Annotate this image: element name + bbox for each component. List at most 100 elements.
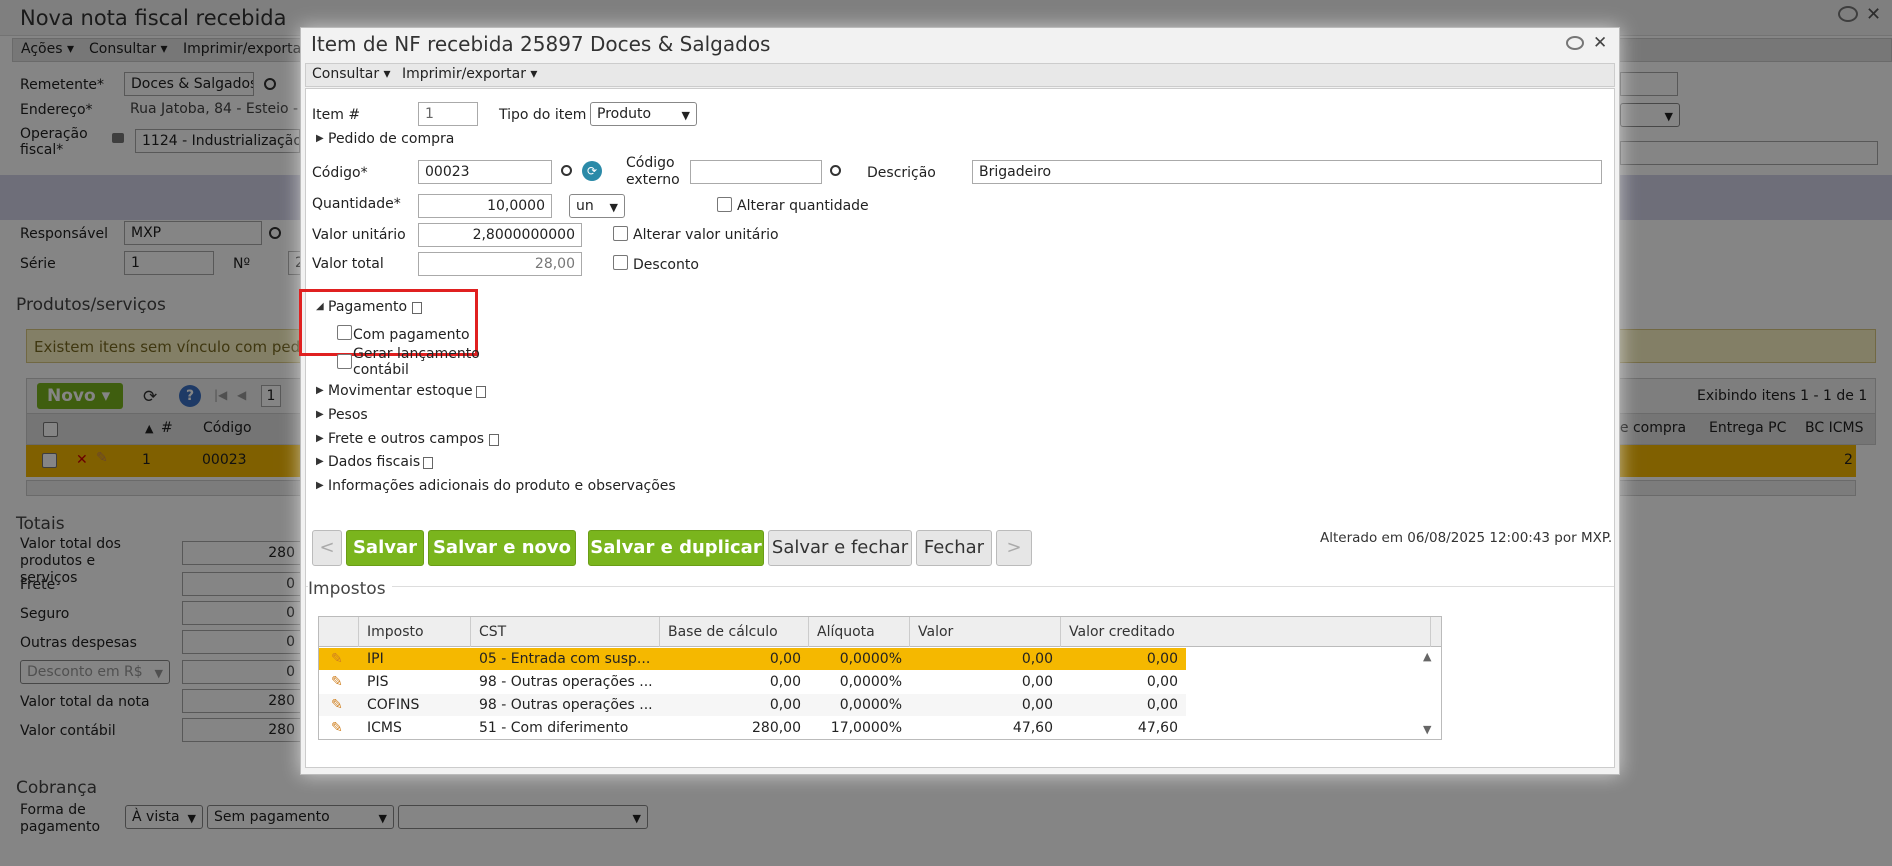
cell-valor: 0,00: [1021, 651, 1053, 667]
valor-total-label: Valor total: [312, 256, 384, 272]
dados-fiscais-doc-icon: [423, 457, 433, 469]
movimentar-expand-icon[interactable]: ▶: [316, 385, 324, 396]
cell-valor: 0,00: [1021, 697, 1053, 713]
alterar-valor-label: Alterar valor unitário: [633, 227, 779, 243]
valor-unitario-input[interactable]: 2,8000000000: [418, 223, 582, 247]
cell-cst: 05 - Entrada com susp...: [479, 651, 651, 667]
modal-close-icon[interactable]: ✕: [1593, 33, 1607, 53]
fechar-button[interactable]: Fechar: [916, 530, 992, 566]
cell-imposto: IPI: [367, 651, 384, 667]
impostos-scroll-up-icon[interactable]: ▲: [1423, 650, 1431, 663]
dados-fiscais-expand-icon[interactable]: ▶: [316, 456, 324, 467]
pagamento-collapse-icon[interactable]: ◢: [316, 301, 324, 312]
cell-imposto: COFINS: [367, 697, 420, 713]
alterar-quantidade-label: Alterar quantidade: [737, 198, 869, 214]
edit-pencil-icon[interactable]: ✎: [323, 648, 351, 670]
dados-fiscais-toggle[interactable]: Dados fiscais: [328, 454, 420, 470]
valor-unitario-label: Valor unitário: [312, 227, 406, 243]
tipo-item-label: Tipo do item: [499, 107, 587, 123]
alterar-valor-checkbox[interactable]: [613, 226, 628, 241]
com-pagamento-label: Com pagamento: [353, 327, 470, 343]
pesos-expand-icon[interactable]: ▶: [316, 409, 324, 420]
impostos-row[interactable]: ✎ COFINS 98 - Outras operações ... 0,00 0,00…: [319, 694, 1186, 716]
gerar-lancamento-checkbox[interactable]: [337, 354, 352, 369]
desconto-label: Desconto: [633, 257, 699, 273]
codigo-input[interactable]: 00023: [418, 160, 552, 184]
codigo-label: Código*: [312, 165, 368, 181]
cell-cst: 98 - Outras operações ...: [479, 697, 653, 713]
modal-menu-consultar[interactable]: Consultar ▾: [312, 66, 391, 82]
cell-imposto: PIS: [367, 674, 389, 690]
col-valor-creditado[interactable]: Valor creditado: [1061, 617, 1431, 647]
descricao-input[interactable]: Brigadeiro: [972, 160, 1602, 184]
impostos-title: Impostos: [308, 579, 392, 599]
quantidade-label: Quantidade*: [312, 196, 401, 212]
unidade-select[interactable]: un ▼: [569, 194, 625, 218]
info-adicionais-expand-icon[interactable]: ▶: [316, 480, 324, 491]
col-imposto[interactable]: Imposto: [359, 617, 471, 647]
item-input[interactable]: 1: [418, 102, 478, 126]
col-cst[interactable]: CST: [471, 617, 660, 647]
codigo-externo-label: Código externo: [626, 155, 680, 188]
movimentar-doc-icon: [476, 386, 486, 398]
modal-titlebar: Item de NF recebida 25897 Doces & Salgad…: [301, 28, 1619, 60]
cell-creditado: 0,00: [1146, 674, 1178, 690]
cell-base: 280,00: [752, 720, 801, 736]
impostos-row[interactable]: ✎ IPI 05 - Entrada com susp... 0,00 0,0000% 0…: [319, 648, 1186, 670]
pagamento-toggle[interactable]: Pagamento: [328, 299, 407, 315]
salvar-novo-button[interactable]: Salvar e novo: [428, 530, 576, 566]
impostos-row[interactable]: ✎ ICMS 51 - Com diferimento 280,00 17,0000% 4…: [319, 717, 1186, 739]
modal-menu-imprimir[interactable]: Imprimir/exportar ▾: [402, 66, 537, 82]
cell-creditado: 47,60: [1137, 720, 1178, 736]
impostos-row[interactable]: ✎ PIS 98 - Outras operações ... 0,00 0,0000%…: [319, 671, 1186, 693]
pesos-toggle[interactable]: Pesos: [328, 407, 368, 423]
prev-button[interactable]: <: [312, 530, 342, 566]
cell-valor: 0,00: [1021, 674, 1053, 690]
pagamento-doc-icon: [412, 302, 422, 314]
edit-pencil-icon[interactable]: ✎: [323, 671, 351, 693]
cell-base: 0,00: [769, 651, 801, 667]
frete-doc-icon: [489, 434, 499, 446]
cell-creditado: 0,00: [1146, 651, 1178, 667]
impostos-rows: ✎ IPI 05 - Entrada com susp... 0,00 0,0000% 0…: [319, 648, 1419, 740]
salvar-duplicar-button[interactable]: Salvar e duplicar: [588, 530, 764, 566]
frete-outros-toggle[interactable]: Frete e outros campos: [328, 431, 484, 447]
col-spacer: [319, 617, 359, 647]
pedido-expand-icon[interactable]: ▶: [316, 133, 324, 144]
tipo-item-select[interactable]: Produto ▼: [590, 102, 697, 126]
codigo-externo-search-icon[interactable]: [830, 165, 841, 176]
modal-chat-icon[interactable]: [1566, 36, 1584, 50]
valor-total-input: 28,00: [418, 252, 582, 276]
pedido-compra-toggle[interactable]: Pedido de compra: [328, 131, 454, 147]
salvar-button[interactable]: Salvar: [346, 530, 424, 566]
codigo-search-icon[interactable]: [561, 165, 572, 176]
salvar-fechar-button[interactable]: Salvar e fechar: [768, 530, 912, 566]
cell-valor: 47,60: [1012, 720, 1053, 736]
movimentar-estoque-toggle[interactable]: Movimentar estoque: [328, 383, 473, 399]
edit-pencil-icon[interactable]: ✎: [323, 694, 351, 716]
col-base-calculo[interactable]: Base de cálculo: [660, 617, 809, 647]
cell-aliquota: 0,0000%: [839, 697, 902, 713]
info-adicionais-toggle[interactable]: Informações adicionais do produto e obse…: [328, 478, 676, 494]
modal-menubar: Consultar ▾ Imprimir/exportar ▾: [305, 63, 1615, 87]
edit-pencil-icon[interactable]: ✎: [323, 717, 351, 739]
next-button[interactable]: >: [996, 530, 1032, 566]
com-pagamento-checkbox[interactable]: [337, 325, 352, 340]
col-aliquota[interactable]: Alíquota: [809, 617, 910, 647]
impostos-scroll-down-icon[interactable]: ▼: [1423, 723, 1431, 736]
modal-title: Item de NF recebida 25897 Doces & Salgad…: [311, 32, 771, 56]
frete-expand-icon[interactable]: ▶: [316, 433, 324, 444]
quantidade-input[interactable]: 10,0000: [418, 194, 552, 218]
item-modal: Item de NF recebida 25897 Doces & Salgad…: [299, 27, 1620, 775]
col-valor[interactable]: Valor: [910, 617, 1061, 647]
impostos-header: Imposto CST Base de cálculo Alíquota Val…: [319, 617, 1441, 647]
item-label: Item #: [312, 107, 361, 123]
codigo-link-icon[interactable]: ⟳: [582, 161, 602, 181]
alterar-quantidade-checkbox[interactable]: [717, 197, 732, 212]
desconto-checkbox[interactable]: [613, 255, 628, 270]
alterado-text: Alterado em 06/08/2025 12:00:43 por MXP.: [1320, 530, 1613, 546]
cell-cst: 51 - Com diferimento: [479, 720, 629, 736]
gerar-lancamento-label: Gerar lançamento contábil: [353, 346, 480, 378]
cell-imposto: ICMS: [367, 720, 402, 736]
codigo-externo-input[interactable]: [690, 160, 822, 184]
